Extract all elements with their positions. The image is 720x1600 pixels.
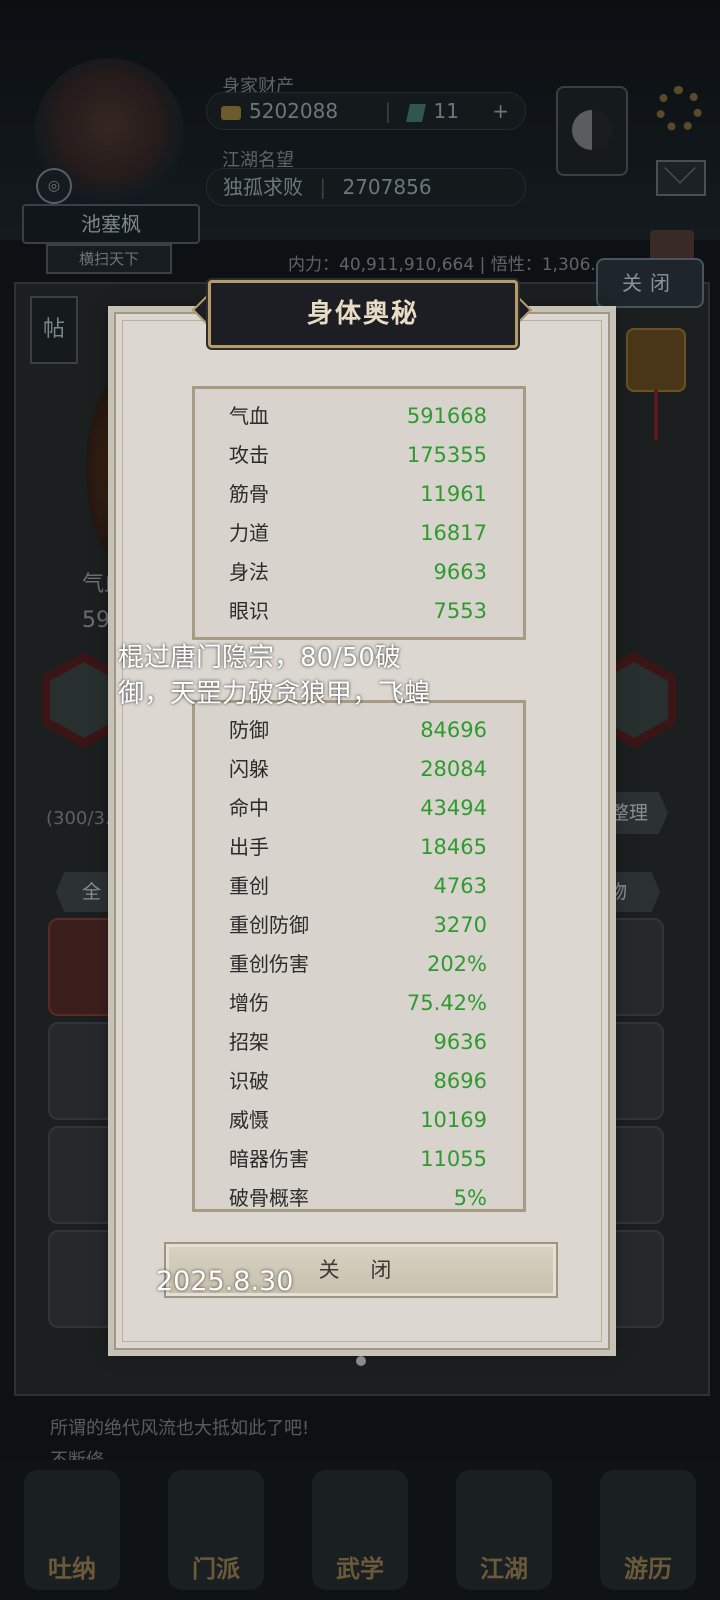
stat-row: 出手 18465 <box>195 828 523 867</box>
stat-row: 招架 9636 <box>195 1023 523 1062</box>
stat-value: 18465 <box>420 835 487 859</box>
stat-value: 11055 <box>420 1147 487 1171</box>
stat-value: 11961 <box>420 482 487 506</box>
stat-row: 身法 9663 <box>195 553 523 592</box>
stat-row: 破骨概率 5% <box>195 1179 523 1210</box>
stat-row: 筋骨 11961 <box>195 475 523 514</box>
stat-row: 攻击 175355 <box>195 436 523 475</box>
stat-name: 威慑 <box>229 1108 269 1132</box>
stat-value: 202% <box>426 952 487 976</box>
stat-value: 7553 <box>433 599 487 623</box>
stat-name: 破骨概率 <box>229 1186 309 1210</box>
stat-value: 9636 <box>433 1030 487 1054</box>
stat-value: 28084 <box>420 757 487 781</box>
stat-value: 591668 <box>406 404 487 428</box>
stat-name: 防御 <box>229 718 269 742</box>
stat-row: 暗器伤害 11055 <box>195 1140 523 1179</box>
stat-name: 重创伤害 <box>229 952 309 976</box>
stat-value: 75.42% <box>406 991 487 1015</box>
stat-value: 84696 <box>420 718 487 742</box>
stat-name: 攻击 <box>229 443 269 467</box>
stat-name: 重创 <box>229 874 269 898</box>
stat-name: 气血 <box>229 404 269 428</box>
stat-name: 增伤 <box>229 991 269 1015</box>
stat-value: 9663 <box>433 560 487 584</box>
stat-name: 身法 <box>229 560 269 584</box>
stat-name: 重创防御 <box>229 913 309 937</box>
page-indicator <box>356 1356 366 1366</box>
stat-value: 175355 <box>406 443 487 467</box>
stat-name: 力道 <box>229 521 269 545</box>
stat-row: 防御 84696 <box>195 711 523 750</box>
stat-row: 增伤 75.42% <box>195 984 523 1023</box>
dialog-title-plate: 身体奥秘 <box>208 280 518 348</box>
stat-row: 重创 4763 <box>195 867 523 906</box>
stat-row: 命中 43494 <box>195 789 523 828</box>
stat-row: 力道 16817 <box>195 514 523 553</box>
overlay-note: 棍过唐门隐宗，80/50破御，天罡力破贪狼甲，飞蝗 <box>118 643 431 709</box>
stat-row: 闪躲 28084 <box>195 750 523 789</box>
stat-row: 气血 591668 <box>195 397 523 436</box>
overlay-date: 2025.8.30 <box>156 1266 294 1297</box>
stat-name: 出手 <box>229 835 269 859</box>
advanced-stats-panel[interactable]: 防御 84696 闪躲 28084 命中 43494 出手 18465 重创 4763 重创防御 32… <box>192 700 526 1212</box>
basic-stats-panel: 气血 591668 攻击 175355 筋骨 11961 力道 16817 身法 9663 眼识 75… <box>192 386 526 640</box>
stat-value: 5% <box>453 1186 487 1210</box>
dialog-title: 身体奥秘 <box>306 299 419 329</box>
stat-name: 筋骨 <box>229 482 269 506</box>
stat-row: 威慑 10169 <box>195 1101 523 1140</box>
stat-name: 闪躲 <box>229 757 269 781</box>
stat-row: 重创防御 3270 <box>195 906 523 945</box>
stat-value: 3270 <box>433 913 487 937</box>
stat-value: 16817 <box>420 521 487 545</box>
stat-row: 眼识 7553 <box>195 592 523 631</box>
stat-name: 识破 <box>229 1069 269 1093</box>
stat-value: 43494 <box>420 796 487 820</box>
stat-name: 暗器伤害 <box>229 1147 309 1171</box>
stat-value: 4763 <box>433 874 487 898</box>
stat-name: 眼识 <box>229 599 269 623</box>
stat-row: 识破 8696 <box>195 1062 523 1101</box>
stat-name: 招架 <box>229 1030 269 1054</box>
stat-value: 8696 <box>433 1069 487 1093</box>
stat-name: 命中 <box>229 796 269 820</box>
stat-value: 10169 <box>420 1108 487 1132</box>
stat-row: 重创伤害 202% <box>195 945 523 984</box>
